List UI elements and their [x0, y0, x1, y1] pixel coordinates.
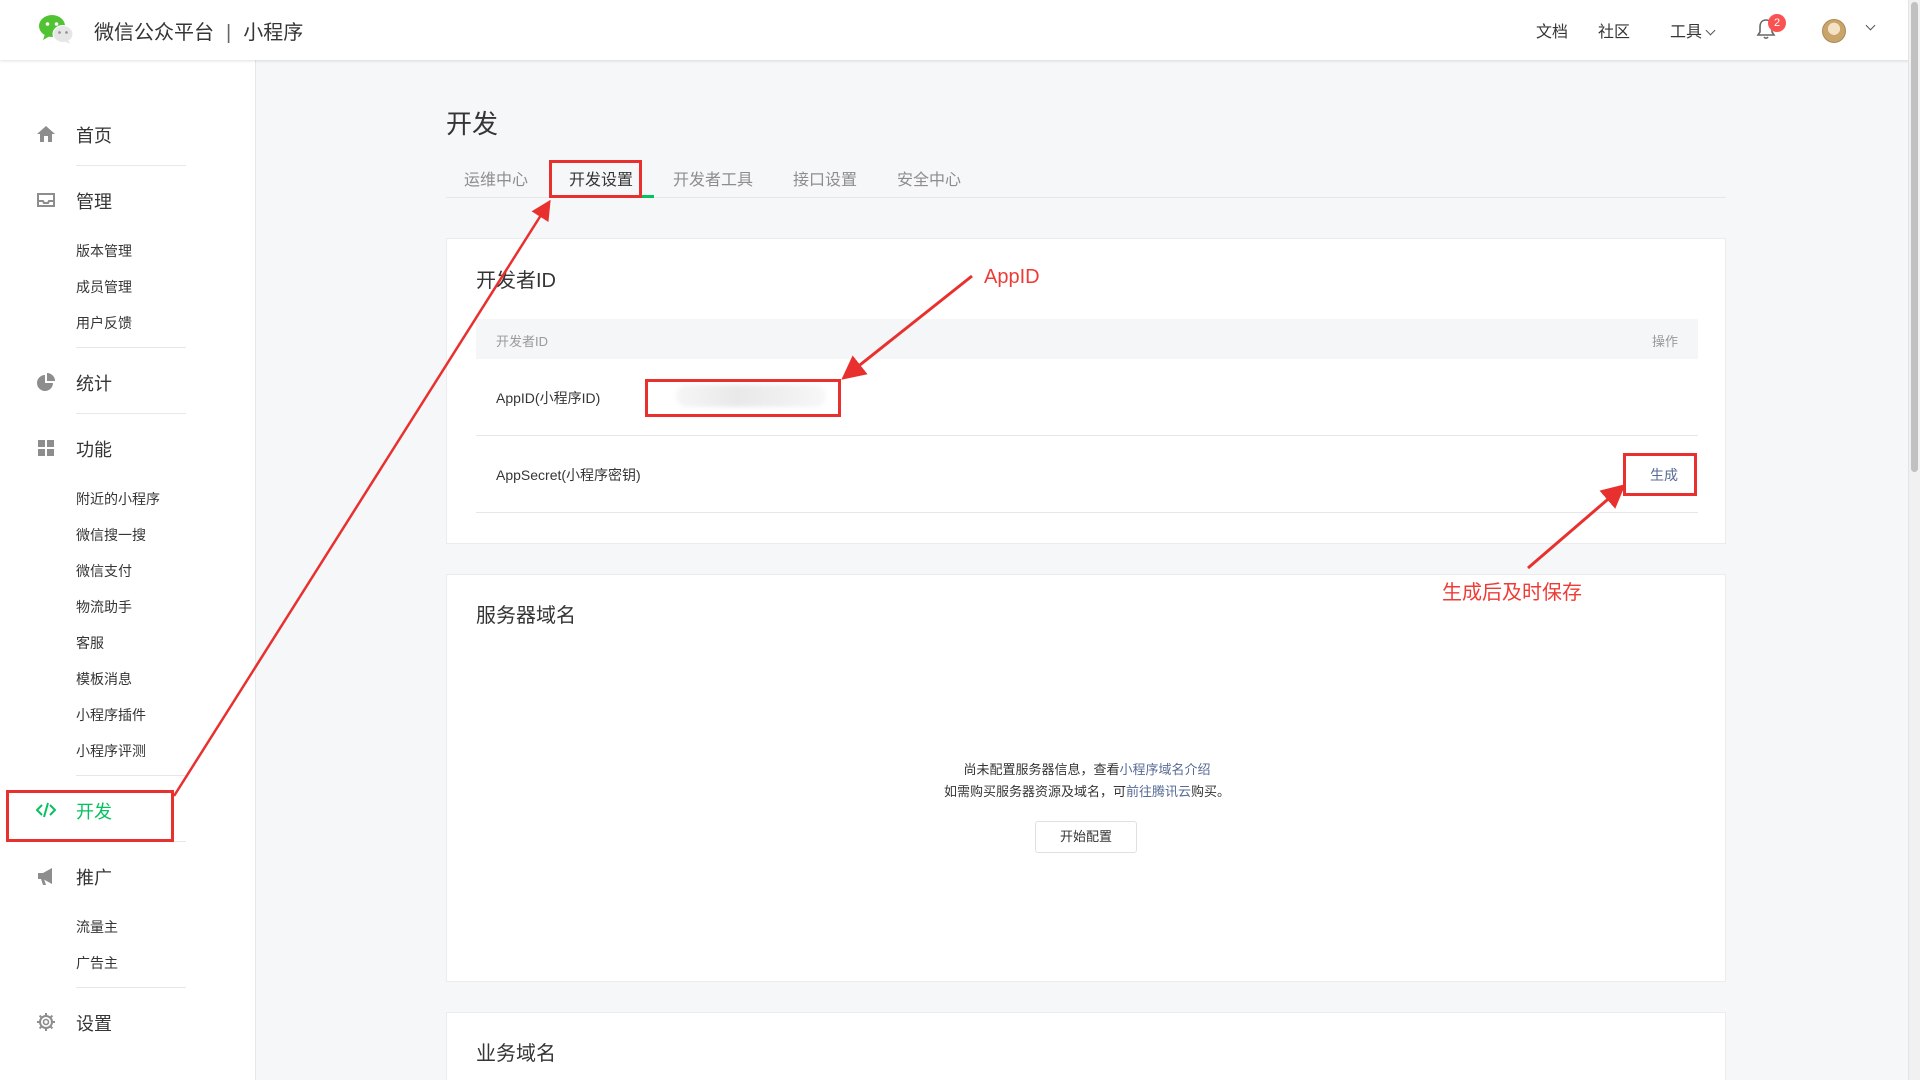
empty-text: 尚未配置服务器信息，查看 [963, 762, 1120, 777]
tab-dev-settings[interactable]: 开发设置 [569, 166, 633, 190]
pie-chart-icon [37, 373, 55, 391]
sidebar-item-label: 统计 [76, 374, 112, 394]
server-empty-line-1: 尚未配置服务器信息，查看小程序域名介绍 [447, 759, 1727, 778]
account-chevron-down-icon[interactable] [1865, 20, 1876, 31]
tab-api-settings[interactable]: 接口设置 [793, 166, 857, 190]
sidebar-item-logistics[interactable]: 物流助手 [76, 597, 132, 617]
tencent-cloud-link[interactable]: 前往腾讯云 [1126, 784, 1191, 799]
sidebar-item-label: 功能 [76, 440, 112, 460]
tools-menu[interactable]: 工具 [1670, 18, 1716, 42]
gear-icon [37, 1013, 55, 1031]
developer-id-card: 开发者ID 开发者ID 操作 AppID(小程序ID) AppSecret(小程… [446, 238, 1726, 544]
sidebar-item-label: 管理 [76, 192, 112, 212]
community-link[interactable]: 社区 [1598, 18, 1630, 42]
tab-dev-tools[interactable]: 开发者工具 [673, 166, 753, 190]
platform-title: 微信公众平台 | 小程序 [94, 16, 303, 45]
sidebar: 首页 管理 版本管理 成员管理 用户反馈 统计 功能 附近的小程序 微信搜一搜 … [0, 60, 256, 1080]
start-config-button[interactable]: 开始配置 [1035, 821, 1137, 853]
avatar[interactable] [1822, 19, 1846, 43]
notification-badge: 2 [1768, 14, 1786, 32]
sidebar-item-evaluation[interactable]: 小程序评测 [76, 741, 146, 761]
home-icon [37, 126, 55, 142]
business-domain-title: 业务域名 [476, 1043, 556, 1065]
brand-separator: | [226, 22, 232, 44]
sidebar-item-label: 推广 [76, 868, 112, 888]
col-developer-id: 开发者ID [496, 334, 549, 349]
sidebar-item-nearby-miniprogram[interactable]: 附近的小程序 [76, 489, 160, 509]
table-header: 开发者ID 操作 [476, 319, 1698, 359]
tab-ops-center[interactable]: 运维中心 [464, 166, 528, 190]
sidebar-item-label: 首页 [76, 126, 112, 146]
tab-security-center[interactable]: 安全中心 [897, 166, 961, 190]
megaphone-icon [38, 868, 52, 885]
divider [76, 165, 186, 166]
sidebar-item-version-manage[interactable]: 版本管理 [76, 241, 132, 261]
annotation-label-appid: AppID [984, 266, 1040, 288]
sidebar-item-advertiser[interactable]: 广告主 [76, 953, 118, 973]
col-action: 操作 [1651, 334, 1678, 349]
server-domain-card: 服务器域名 尚未配置服务器信息，查看小程序域名介绍 如需购买服务器资源及域名，可… [446, 574, 1726, 982]
sidebar-item-wechat-search[interactable]: 微信搜一搜 [76, 525, 146, 545]
divider [76, 987, 186, 988]
top-bar: 微信公众平台 | 小程序 文档 社区 工具 2 [0, 0, 1920, 60]
table-row: AppID(小程序ID) [476, 359, 1698, 436]
appid-label: AppID(小程序ID) [496, 390, 601, 406]
chevron-down-icon [1705, 25, 1716, 36]
sidebar-item-label: 开发 [76, 802, 112, 822]
sidebar-item-member-manage[interactable]: 成员管理 [76, 277, 132, 297]
sidebar-item-label: 设置 [76, 1014, 112, 1034]
scrollbar-thumb[interactable] [1911, 2, 1918, 472]
server-domain-title: 服务器域名 [476, 605, 576, 627]
generate-secret-link[interactable]: 生成 [1650, 465, 1678, 485]
tools-label: 工具 [1670, 24, 1703, 41]
sidebar-item-plugins[interactable]: 小程序插件 [76, 705, 146, 725]
divider [76, 413, 186, 414]
sidebar-item-traffic-owner[interactable]: 流量主 [76, 917, 118, 937]
annotation-label-save-hint: 生成后及时保存 [1442, 582, 1582, 604]
inbox-icon [37, 193, 55, 207]
sidebar-item-wechat-pay[interactable]: 微信支付 [76, 561, 132, 581]
product-name: 小程序 [243, 22, 304, 44]
divider [76, 347, 186, 348]
page-title: 开发 [446, 109, 499, 139]
appsecret-label: AppSecret(小程序密钥) [496, 467, 641, 483]
tab-bar: 运维中心 开发设置 开发者工具 接口设置 安全中心 [446, 160, 1726, 198]
table-row: AppSecret(小程序密钥) 生成 [476, 436, 1698, 513]
divider [76, 775, 186, 776]
business-domain-card: 业务域名 [446, 1012, 1726, 1080]
empty-text: 如需购买服务器资源及域名，可 [943, 784, 1126, 799]
code-icon [36, 802, 56, 818]
sidebar-item-template-message[interactable]: 模板消息 [76, 669, 132, 689]
domain-intro-link[interactable]: 小程序域名介绍 [1120, 762, 1211, 777]
server-empty-line-2: 如需购买服务器资源及域名，可前往腾讯云购买。 [447, 781, 1727, 800]
docs-link[interactable]: 文档 [1536, 18, 1568, 42]
grid-icon [38, 440, 54, 456]
active-tab-indicator [552, 195, 654, 198]
empty-text: 购买。 [1191, 784, 1231, 799]
divider [76, 841, 186, 842]
wechat-logo-icon[interactable] [38, 13, 74, 45]
developer-id-title: 开发者ID [476, 270, 556, 292]
brand-name: 微信公众平台 [94, 22, 214, 44]
sidebar-item-user-feedback[interactable]: 用户反馈 [76, 313, 132, 333]
appid-value-redacted[interactable] [676, 385, 826, 407]
sidebar-item-customer-service[interactable]: 客服 [76, 633, 104, 653]
